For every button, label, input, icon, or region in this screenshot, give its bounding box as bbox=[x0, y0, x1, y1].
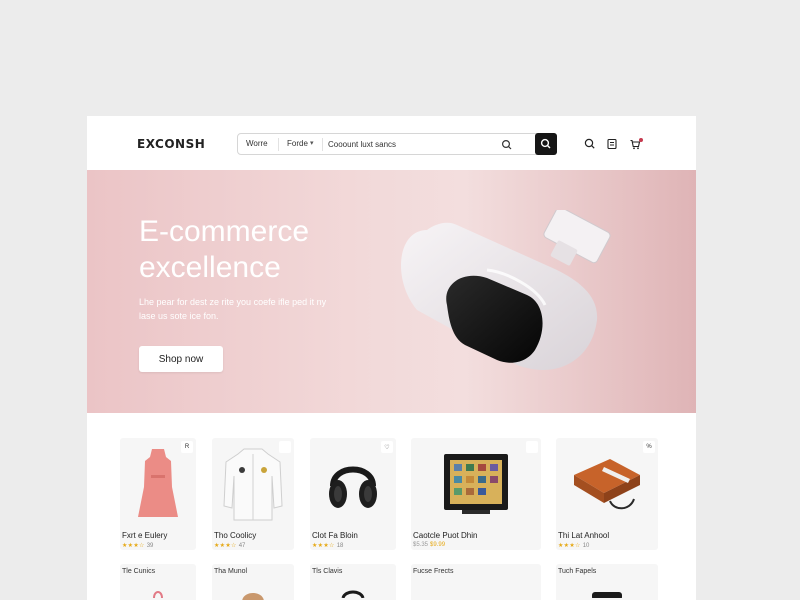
product-badge[interactable] bbox=[279, 441, 291, 453]
hero-banner: E-commerce excellence Lhe pear for dest … bbox=[87, 170, 696, 413]
dress-image bbox=[138, 449, 178, 517]
product-image bbox=[242, 593, 264, 600]
rating-count: 18 bbox=[336, 543, 344, 549]
jacket-image bbox=[223, 448, 283, 521]
product-card[interactable]: Fucse Frects bbox=[411, 564, 541, 600]
headphones-image bbox=[329, 466, 377, 508]
hero-product-image bbox=[400, 210, 611, 370]
rating-stars: ★★★☆ bbox=[122, 543, 145, 549]
search-icon[interactable] bbox=[500, 138, 514, 152]
product-card[interactable]: R Fxrt e Eulery ★★★☆ 39 bbox=[120, 438, 196, 550]
heart-icon[interactable]: ♡ bbox=[381, 441, 393, 453]
product-name: Tho Coolicy bbox=[214, 531, 257, 540]
site-header: EXCONSH Worre Forde ▾ bbox=[87, 116, 696, 170]
rating-stars: ★★★☆ bbox=[558, 543, 581, 549]
product-badge[interactable]: R bbox=[181, 441, 193, 453]
product-name: Thi Lat Anhool bbox=[558, 531, 610, 540]
product-name: Tls Clavis bbox=[312, 568, 343, 575]
product-name: Fucse Frects bbox=[413, 568, 454, 575]
hero-title-line: E-commerce bbox=[139, 215, 310, 248]
product-price: $5.35 $9.99 bbox=[413, 542, 445, 548]
search-submit-button[interactable] bbox=[535, 133, 557, 155]
search-divider bbox=[322, 138, 323, 151]
product-name: Caotcle Puot Dhin bbox=[413, 531, 478, 540]
product-name: Fxrt e Eulery bbox=[122, 531, 168, 540]
product-rating: ★★★☆ 39 bbox=[122, 542, 153, 549]
product-card[interactable]: ♡ Clot Fa Bloin ★★★☆ 18 bbox=[310, 438, 396, 550]
product-name: Tuch Fapels bbox=[558, 568, 597, 575]
product-image bbox=[341, 590, 365, 598]
product-image bbox=[592, 592, 622, 598]
product-rating: ★★★☆ 10 bbox=[558, 542, 589, 549]
search-icon[interactable] bbox=[583, 137, 597, 151]
product-image bbox=[153, 591, 163, 599]
product-card[interactable]: Tuch Fapels bbox=[556, 564, 658, 600]
product-name: Tle Cunics bbox=[122, 568, 156, 575]
product-old-price: $5.35 bbox=[413, 542, 429, 548]
search-category-dropdown[interactable]: Forde bbox=[287, 139, 308, 148]
product-card[interactable]: Tle Cunics bbox=[120, 564, 196, 600]
product-card[interactable]: Tho Coolicy ★★★☆ 47 bbox=[212, 438, 294, 550]
discount-icon[interactable]: % bbox=[643, 441, 655, 453]
rating-count: 47 bbox=[238, 543, 246, 549]
wishlist-icon[interactable] bbox=[605, 137, 619, 151]
product-card[interactable]: Tha Munol bbox=[212, 564, 294, 600]
site-logo[interactable]: EXCONSH bbox=[137, 137, 205, 151]
search-bar: Worre Forde ▾ bbox=[237, 133, 557, 155]
tablet-image bbox=[444, 454, 508, 514]
rating-count: 39 bbox=[146, 543, 154, 549]
product-price-value: $9.99 bbox=[430, 542, 446, 548]
search-divider bbox=[278, 138, 279, 151]
hero-title-line: excellence bbox=[139, 251, 281, 284]
hero-subtitle: Lhe pear for dest ze rite you coefe ifle… bbox=[139, 297, 327, 321]
rating-count: 10 bbox=[582, 543, 590, 549]
storefront-page: EXCONSH Worre Forde ▾ Cooount luxt sancs… bbox=[87, 116, 696, 600]
shop-now-button[interactable]: Shop now bbox=[139, 346, 223, 372]
search-icon bbox=[540, 138, 551, 149]
product-card[interactable]: % Thi Lat Anhool ★★★☆ 10 bbox=[556, 438, 658, 550]
product-rating: ★★★☆ 18 bbox=[312, 542, 343, 549]
rating-stars: ★★★☆ bbox=[312, 543, 335, 549]
search-home-filter[interactable]: Worre bbox=[246, 139, 268, 148]
product-image bbox=[411, 438, 541, 530]
product-badge[interactable] bbox=[526, 441, 538, 453]
product-card[interactable]: Caotcle Puot Dhin $5.35 $9.99 bbox=[411, 438, 541, 550]
leather-case-image bbox=[574, 459, 640, 510]
hero-title: E-commerce excellence bbox=[139, 214, 399, 286]
product-card[interactable]: Tls Clavis bbox=[310, 564, 396, 600]
cart-badge bbox=[639, 138, 643, 142]
product-name: Clot Fa Bloin bbox=[312, 531, 358, 540]
product-name: Tha Munol bbox=[214, 568, 248, 575]
product-rating: ★★★☆ 47 bbox=[214, 542, 245, 549]
chevron-down-icon[interactable]: ▾ bbox=[310, 139, 314, 147]
rating-stars: ★★★☆ bbox=[214, 543, 237, 549]
search-input[interactable] bbox=[328, 137, 498, 152]
